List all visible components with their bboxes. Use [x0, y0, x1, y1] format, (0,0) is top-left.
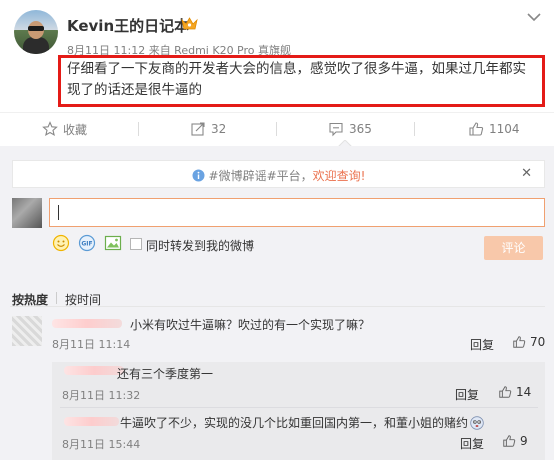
notice-prefix[interactable]: #微博辟谣#平台，	[209, 169, 313, 183]
reply-time: 8月11日 11:32	[62, 389, 141, 402]
comment-like-count: 70	[530, 335, 546, 349]
gif-icon[interactable]: GIF	[78, 234, 96, 252]
repost-checkbox[interactable]	[130, 238, 142, 250]
svg-text:GIF: GIF	[81, 241, 92, 248]
reply-like-button[interactable]: 14	[498, 385, 531, 399]
reply-like-count: 14	[516, 385, 532, 399]
commenter-avatar[interactable]	[12, 316, 42, 346]
my-avatar	[12, 198, 42, 228]
author-name[interactable]: Kevin王的日记本	[67, 15, 189, 36]
comment-input[interactable]	[49, 198, 545, 227]
reply-text: 牛逼吹了不少，实现的没几个比如重回国内第一，和董小姐的赌约	[120, 414, 484, 431]
comment-reply-button[interactable]: 回复	[470, 336, 494, 353]
reply-like-button[interactable]: 9	[502, 434, 528, 448]
comment-section: #微博辟谣#平台，欢迎查询! ✕ GIF 同时转发到我的微博 评论 按热度 按时…	[0, 146, 554, 460]
favorite-label: 收藏	[63, 122, 88, 137]
info-icon	[192, 169, 205, 182]
replier-name[interactable]	[64, 417, 119, 426]
thumbs-up-icon	[503, 435, 516, 447]
like-button[interactable]: 1104	[468, 120, 520, 138]
commenter-name[interactable]	[52, 319, 122, 328]
post-text: 仔细看了一下友商的开发者大会的信息，感觉吹了很多牛逼，如果过几年都实现了的话还是…	[67, 61, 526, 98]
thumbs-up-icon	[499, 386, 512, 398]
favorite-button[interactable]: 收藏	[42, 120, 87, 138]
notice-link[interactable]: 欢迎查询!	[313, 169, 366, 183]
submit-comment-button[interactable]: 评论	[484, 236, 543, 260]
reply-reply-button[interactable]: 回复	[455, 386, 479, 403]
image-icon[interactable]	[104, 234, 122, 252]
author-avatar[interactable]	[14, 10, 58, 54]
emoji-face-icon	[470, 416, 484, 430]
comment-like-button[interactable]: 70	[512, 335, 545, 349]
thumbs-up-icon	[513, 336, 526, 348]
comment-text: 小米有吹过牛逼嘛？吹过的有一个实现了嘛？	[130, 318, 371, 332]
comment-icon	[329, 122, 343, 137]
comment-button[interactable]: 365	[328, 120, 372, 138]
repost-button[interactable]: 32	[190, 120, 226, 138]
reply-time: 8月11日 15:44	[62, 438, 141, 451]
repost-checkbox-label[interactable]: 同时转发到我的微博	[146, 237, 254, 254]
rumor-notice: #微博辟谣#平台，欢迎查询! ✕	[12, 160, 545, 188]
comment-count: 365	[349, 122, 372, 136]
repost-icon	[191, 122, 205, 136]
like-count: 1104	[489, 122, 520, 136]
star-icon	[42, 121, 58, 137]
reply-text: 还有三个季度第一	[117, 367, 214, 381]
comment-time: 8月11日 11:14	[52, 338, 131, 351]
reply-reply-button[interactable]: 回复	[460, 435, 484, 452]
chevron-down-icon[interactable]	[527, 12, 541, 22]
reply-like-count: 9	[520, 434, 528, 448]
replier-name[interactable]	[64, 366, 124, 375]
close-icon[interactable]: ✕	[521, 166, 532, 181]
repost-count: 32	[211, 122, 227, 136]
emoji-icon[interactable]	[52, 234, 70, 252]
thumbs-up-icon	[469, 122, 484, 136]
vip-crown-icon	[181, 17, 198, 30]
action-bar: 收藏 32 365 1104	[0, 112, 554, 144]
sort-tabs: 按热度 按时间	[0, 277, 554, 307]
reply-list: 还有三个季度第一 8月11日 11:32 回复 14 牛逼吹了不少，实现的没几个…	[52, 362, 545, 460]
